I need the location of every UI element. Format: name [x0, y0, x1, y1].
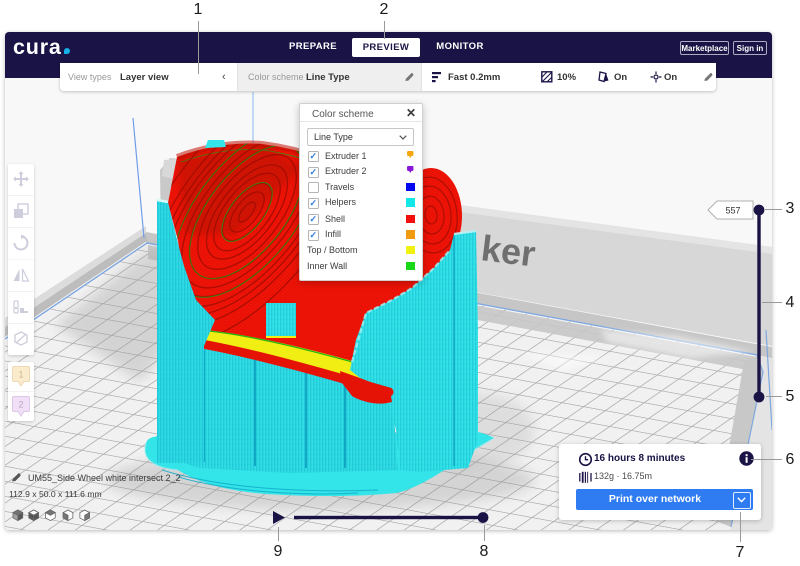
svg-text:ker: ker	[479, 227, 538, 274]
svg-text:2: 2	[18, 400, 23, 410]
svg-text:557: 557	[725, 206, 740, 216]
svg-text:1: 1	[18, 370, 23, 380]
svg-text:112.9 x 50.0 x 111.6 mm: 112.9 x 50.0 x 111.6 mm	[9, 489, 102, 499]
svg-text:UM55_Side Wheel white intersec: UM55_Side Wheel white intersect 2_2	[28, 473, 181, 483]
